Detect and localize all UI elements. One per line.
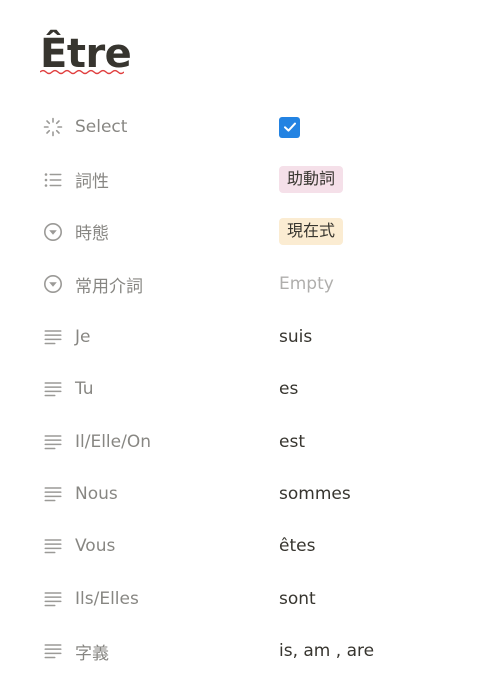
property-label: Tu <box>75 379 94 400</box>
property-value-je[interactable]: suis <box>279 327 312 347</box>
property-name-meaning[interactable]: 字義 <box>42 639 279 664</box>
property-name-common-preposition[interactable]: 常用介詞 <box>42 272 279 297</box>
property-label: Je <box>75 326 91 347</box>
property-label: 時態 <box>75 224 109 245</box>
property-value-part-of-speech[interactable]: 助動詞 <box>279 166 344 194</box>
spellcheck-underline <box>40 69 124 75</box>
property-value-common-preposition[interactable]: Empty <box>279 274 334 294</box>
property-label: Il/Elle/On <box>75 431 151 452</box>
property-row-ils-elles[interactable]: Ils/Elles sont <box>42 573 482 625</box>
property-list: Select 詞性 助動詞 時態 現在式 常用介詞 Empty Je suis … <box>42 101 482 677</box>
text-icon <box>42 431 64 453</box>
select-icon <box>42 273 64 295</box>
property-value-meaning[interactable]: is, am , are <box>279 641 374 661</box>
tag-present-tense[interactable]: 現在式 <box>279 218 344 246</box>
text-icon <box>42 640 64 662</box>
property-label: Nous <box>75 483 118 504</box>
property-row-nous[interactable]: Nous sommes <box>42 468 482 520</box>
property-value-il-elle-on[interactable]: est <box>279 432 305 452</box>
property-value-nous[interactable]: sommes <box>279 484 351 504</box>
property-label: 常用介詞 <box>75 276 143 297</box>
tag-auxiliary-verb[interactable]: 助動詞 <box>279 166 344 194</box>
property-name-ils-elles[interactable]: Ils/Elles <box>42 588 279 610</box>
loader-icon <box>42 116 64 138</box>
property-value-ils-elles[interactable]: sont <box>279 589 316 609</box>
property-row-tense[interactable]: 時態 現在式 <box>42 206 482 258</box>
property-name-part-of-speech[interactable]: 詞性 <box>42 167 279 192</box>
property-name-nous[interactable]: Nous <box>42 483 279 505</box>
property-name-il-elle-on[interactable]: Il/Elle/On <box>42 431 279 453</box>
property-name-vous[interactable]: Vous <box>42 535 279 557</box>
property-row-meaning[interactable]: 字義 is, am , are <box>42 625 482 677</box>
property-name-tense[interactable]: 時態 <box>42 219 279 244</box>
select-checkbox[interactable] <box>279 116 300 138</box>
text-icon <box>42 326 64 348</box>
list-icon <box>42 169 64 191</box>
select-icon <box>42 221 64 243</box>
text-icon <box>42 483 64 505</box>
property-value-select[interactable] <box>279 116 300 138</box>
property-row-il-elle-on[interactable]: Il/Elle/On est <box>42 415 482 467</box>
property-row-tu[interactable]: Tu es <box>42 363 482 415</box>
property-row-common-preposition[interactable]: 常用介詞 Empty <box>42 258 482 310</box>
property-label: 詞性 <box>75 172 109 193</box>
property-name-je[interactable]: Je <box>42 326 279 348</box>
property-row-je[interactable]: Je suis <box>42 311 482 363</box>
text-icon <box>42 378 64 400</box>
text-icon <box>42 588 64 610</box>
property-row-vous[interactable]: Vous êtes <box>42 520 482 572</box>
property-name-tu[interactable]: Tu <box>42 378 279 400</box>
property-row-select[interactable]: Select <box>42 101 482 153</box>
property-value-tu[interactable]: es <box>279 379 298 399</box>
property-row-part-of-speech[interactable]: 詞性 助動詞 <box>42 153 482 205</box>
checkmark-icon <box>283 122 296 132</box>
property-value-vous[interactable]: êtes <box>279 536 315 556</box>
property-label: 字義 <box>75 643 109 664</box>
property-label: Select <box>75 117 128 138</box>
property-value-tense[interactable]: 現在式 <box>279 218 344 246</box>
property-label: Ils/Elles <box>75 588 139 609</box>
property-label: Vous <box>75 536 116 557</box>
text-icon <box>42 535 64 557</box>
property-name-select[interactable]: Select <box>42 116 279 138</box>
